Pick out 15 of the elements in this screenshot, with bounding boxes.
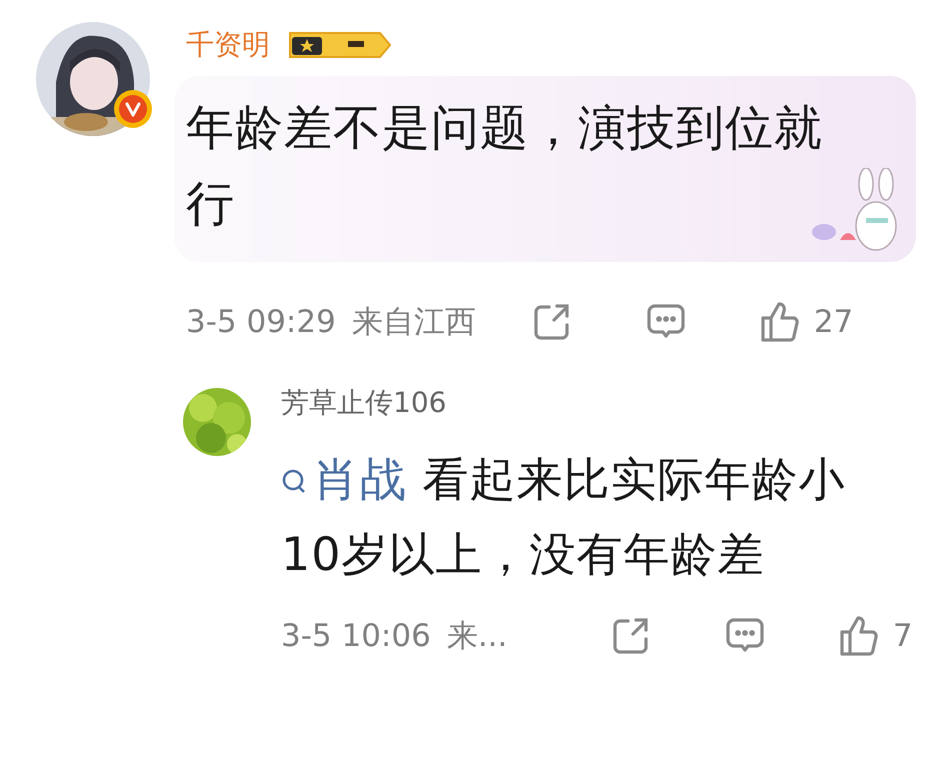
level-badge-icon — [286, 29, 394, 61]
location-text: 来... — [446, 617, 508, 656]
comment-text: 年龄差不是问题，演技到位就行 — [186, 99, 824, 234]
search-icon — [281, 467, 307, 495]
thumbs-up-icon — [838, 615, 879, 657]
timestamp: 3-5 10:06 — [281, 618, 431, 654]
topic-link[interactable]: 肖战 — [281, 452, 407, 506]
thumbs-up-icon — [760, 301, 800, 343]
timestamp: 3-5 09:29 — [186, 304, 336, 340]
username[interactable]: 芳草止传106 — [281, 384, 446, 422]
reply-text: 肖战 看起来比实际年龄小10岁以上，没有年龄差 — [281, 451, 847, 583]
username[interactable]: 千资明 — [186, 26, 270, 64]
location-text: 来自江西 — [352, 303, 477, 342]
like-button[interactable]: 7 — [838, 615, 913, 657]
like-button[interactable]: 27 — [760, 301, 854, 343]
